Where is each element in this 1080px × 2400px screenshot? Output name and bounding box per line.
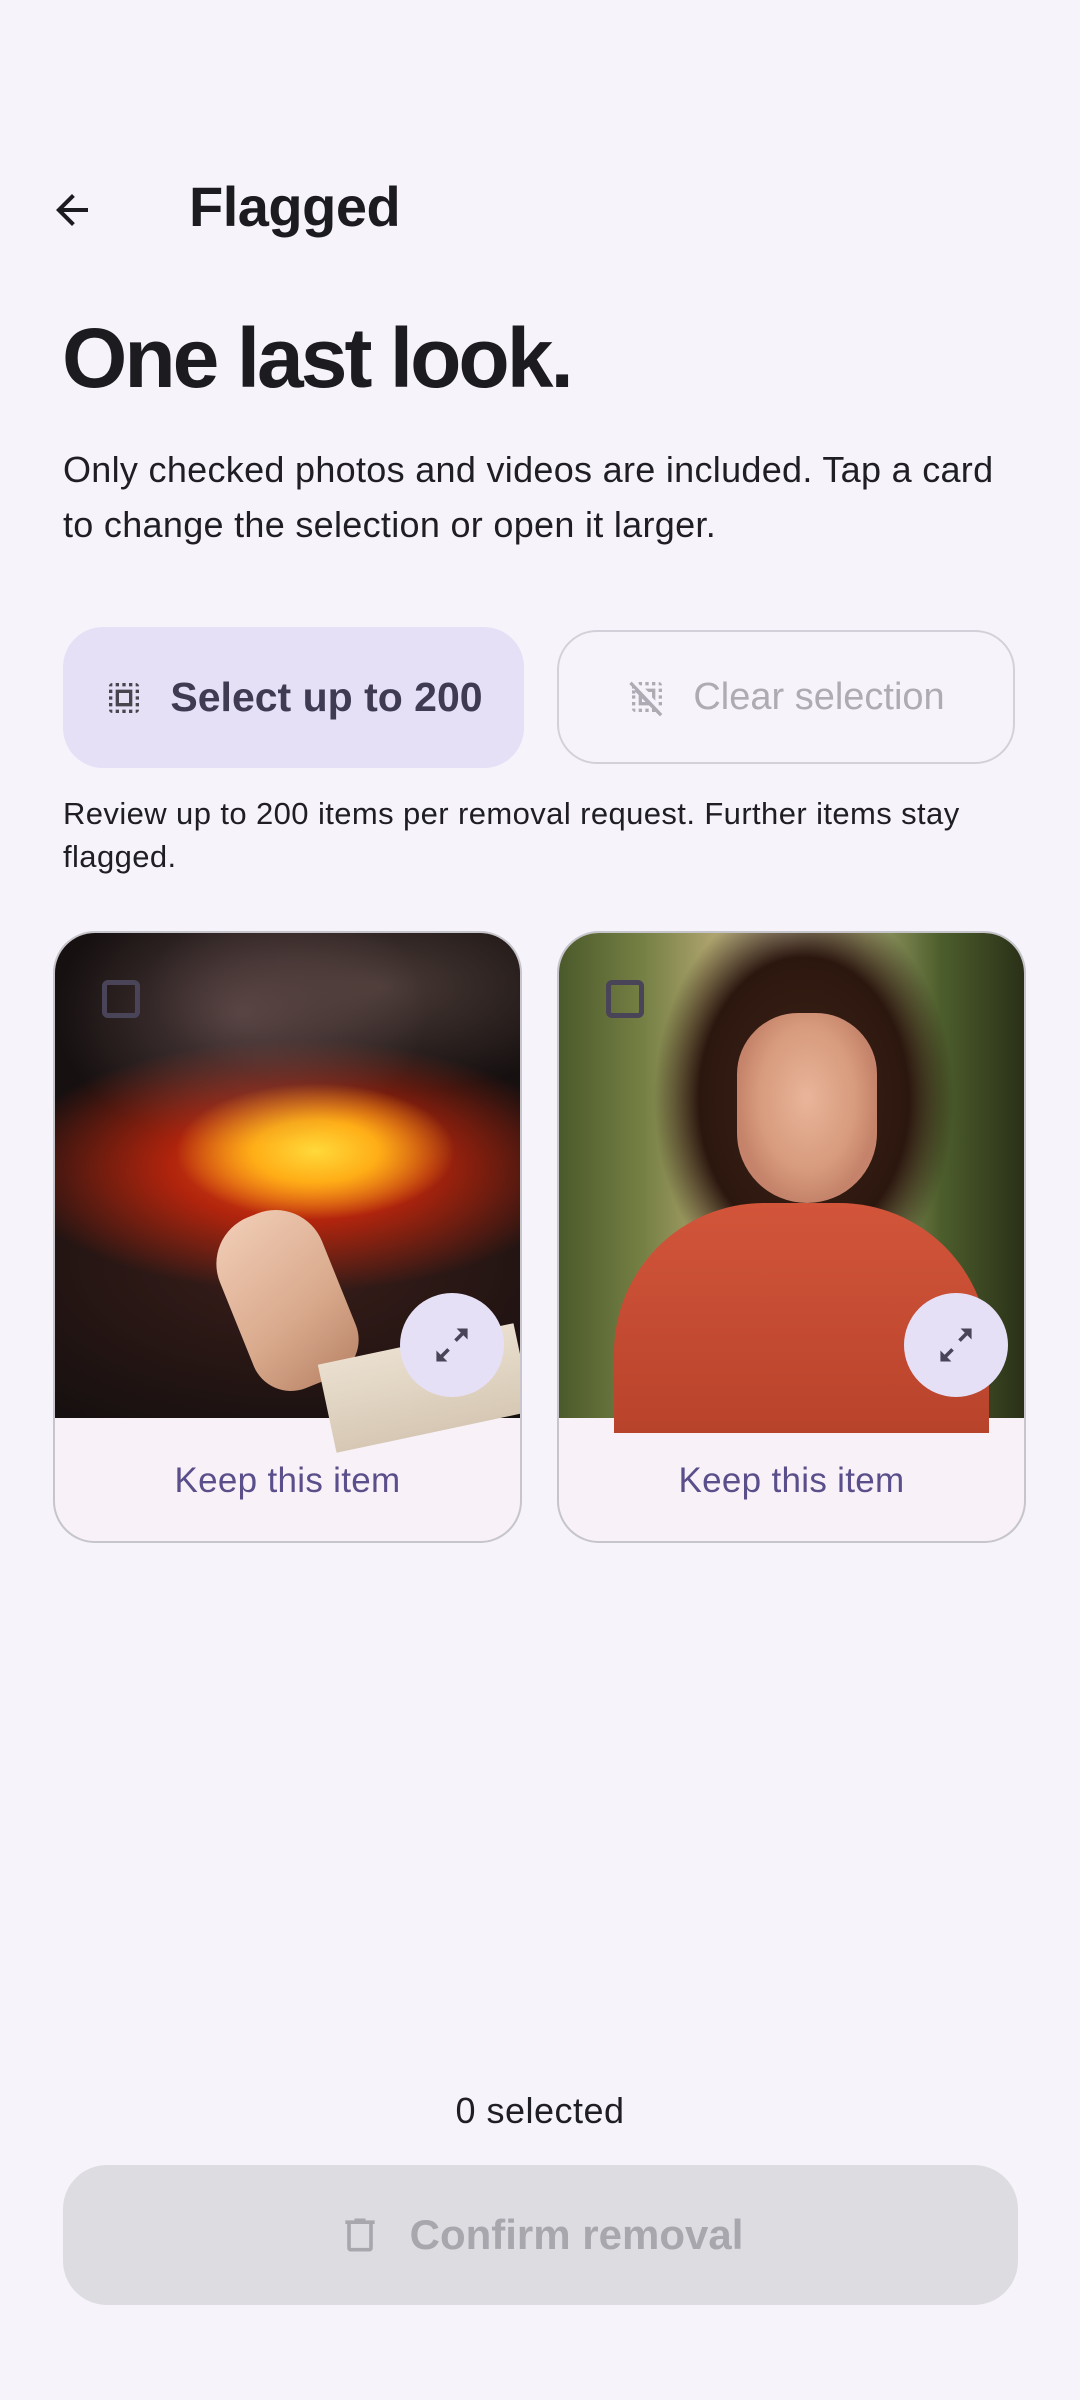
select-up-to-200-button[interactable]: Select up to 200 [63,627,524,768]
keep-item-button[interactable]: Keep this item [559,1418,1024,1541]
limit-note: Review up to 200 items per removal reque… [63,796,960,874]
clear-button-label: Clear selection [693,675,945,718]
clear-selection-button[interactable]: Clear selection [557,630,1015,764]
deselect-icon [629,681,663,717]
back-button[interactable] [30,168,114,252]
select-checkbox[interactable] [606,980,644,1018]
expand-icon [939,1328,973,1362]
page-title: Flagged [189,175,401,238]
headline: One last look. [62,311,574,405]
select-all-icon [109,682,140,713]
selected-count: 0 selected [455,2090,625,2131]
keep-item-button[interactable]: Keep this item [55,1418,520,1541]
confirm-button-label: Confirm removal [409,2211,744,2258]
confirm-removal-button[interactable]: Confirm removal [63,2165,1018,2305]
expand-button[interactable] [400,1293,504,1397]
media-card[interactable]: Keep this item [53,931,522,1543]
media-card[interactable]: Keep this item [557,931,1026,1543]
trash-icon [344,2218,375,2252]
select-button-label: Select up to 200 [170,674,483,720]
arrow-back-icon [56,194,88,226]
expand-button[interactable] [904,1293,1008,1397]
select-checkbox[interactable] [102,980,140,1018]
top-app-bar: Flagged [0,148,1080,268]
expand-icon [435,1328,469,1362]
description-text: Only checked photos and videos are inclu… [63,449,994,545]
